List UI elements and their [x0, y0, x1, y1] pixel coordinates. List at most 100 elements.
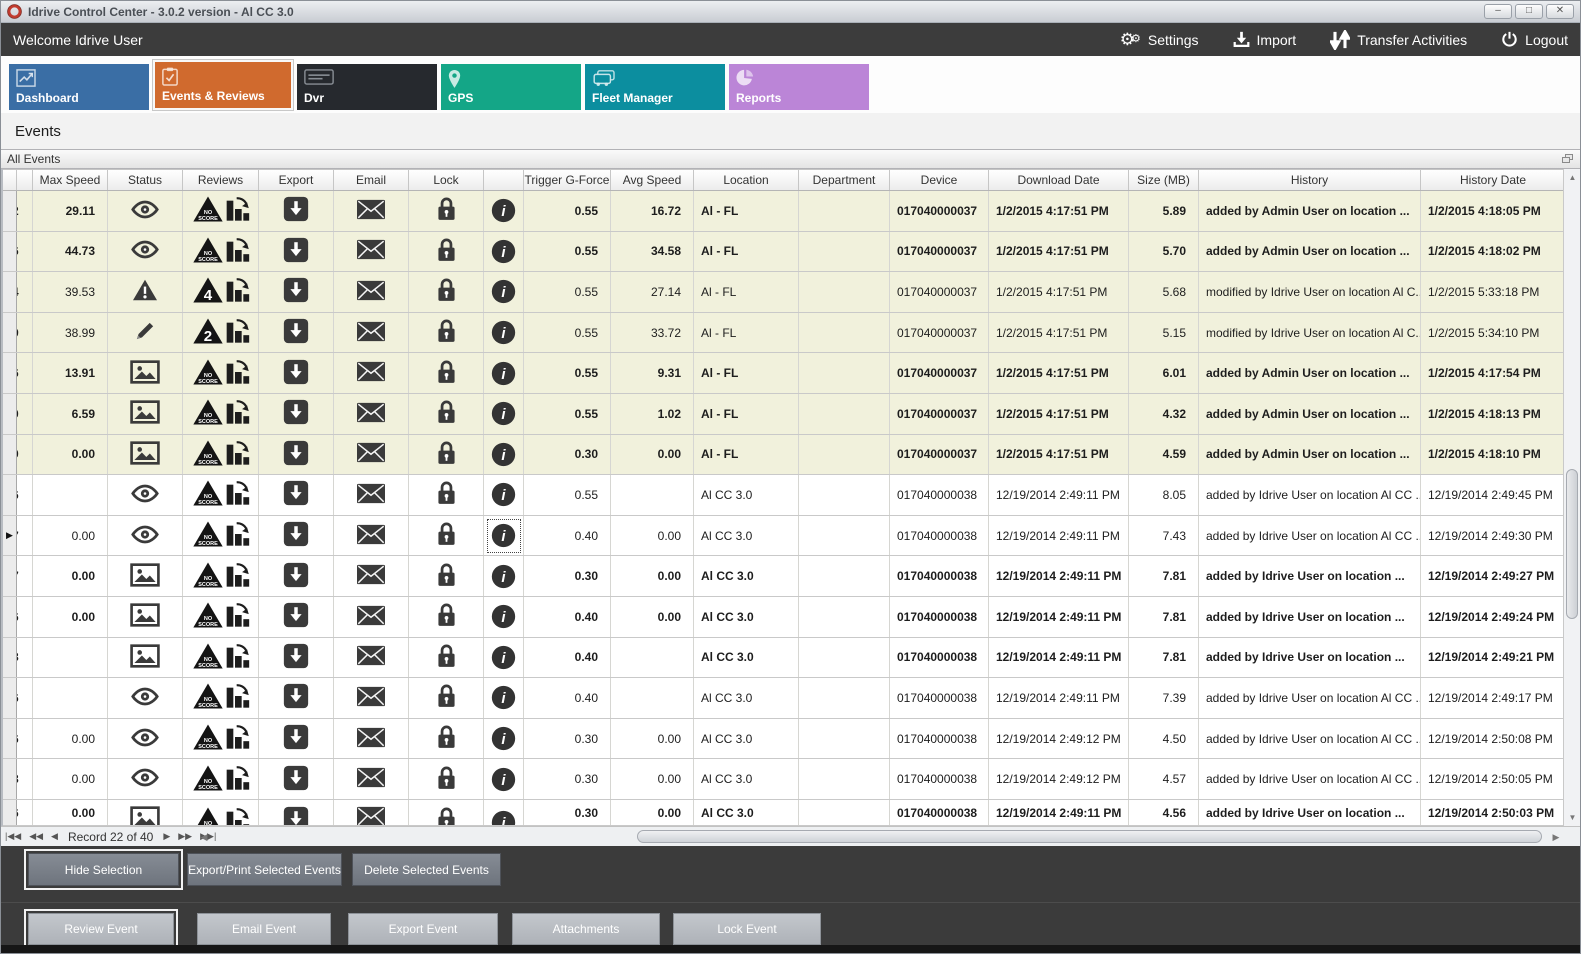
- event-row[interactable]: 06.59NOSCOREi0.551.02Al - FL017040000037…: [3, 394, 1580, 435]
- row-selector[interactable]: [3, 272, 17, 312]
- lock-cell[interactable]: [409, 191, 484, 231]
- column-header-info[interactable]: [484, 170, 524, 190]
- menu-item-logout[interactable]: Logout: [1501, 31, 1568, 48]
- event-row[interactable]: 70.00NOSCOREi0.300.00Al CC 3.00170400000…: [3, 556, 1580, 597]
- export-cell[interactable]: [259, 597, 334, 637]
- export-cell[interactable]: [259, 394, 334, 434]
- reviews-cell[interactable]: NOSCORE: [183, 232, 259, 272]
- email-cell[interactable]: [334, 556, 409, 596]
- reviews-cell[interactable]: NOSCORE: [183, 719, 259, 759]
- info-icon[interactable]: i: [487, 681, 521, 715]
- lock-cell[interactable]: [409, 556, 484, 596]
- row-selector[interactable]: [3, 232, 17, 272]
- column-header-trigger-g-force[interactable]: Trigger G-Force: [524, 170, 611, 190]
- row-selector[interactable]: [3, 191, 17, 231]
- export-cell[interactable]: [259, 516, 334, 556]
- email-cell[interactable]: [334, 313, 409, 353]
- lock-cell[interactable]: [409, 800, 484, 825]
- email-cell[interactable]: [334, 719, 409, 759]
- info-cell[interactable]: i: [484, 232, 524, 272]
- attachments-button[interactable]: Attachments: [512, 913, 660, 945]
- reviews-cell[interactable]: NOSCORE: [183, 516, 259, 556]
- export-cell[interactable]: [259, 435, 334, 475]
- lock-cell[interactable]: [409, 638, 484, 678]
- reviews-cell[interactable]: NOSCORE: [183, 556, 259, 596]
- row-selector[interactable]: [3, 353, 17, 393]
- info-cell[interactable]: i: [484, 272, 524, 312]
- event-row[interactable]: 6NOSCOREi0.40Al CC 3.001704000003812/19/…: [3, 678, 1580, 719]
- export-cell[interactable]: [259, 678, 334, 718]
- export-cell[interactable]: [259, 313, 334, 353]
- email-cell[interactable]: [334, 516, 409, 556]
- email-cell[interactable]: [334, 353, 409, 393]
- vertical-scroll-thumb[interactable]: [1566, 469, 1578, 619]
- event-row[interactable]: 8NOSCOREi0.40Al CC 3.001704000003812/19/…: [3, 638, 1580, 679]
- export-cell[interactable]: [259, 800, 334, 825]
- column-header-size-mb[interactable]: Size (MB): [1129, 170, 1199, 190]
- lock-cell[interactable]: [409, 435, 484, 475]
- column-header-max-speed[interactable]: Max Speed: [33, 170, 108, 190]
- event-row[interactable]: 938.992i0.5533.72Al - FL0170400000371/2/…: [3, 313, 1580, 354]
- email-cell[interactable]: [334, 678, 409, 718]
- menu-item-settings[interactable]: ⚙⚙Settings: [1120, 31, 1199, 48]
- email-cell[interactable]: [334, 759, 409, 799]
- info-icon[interactable]: i: [487, 559, 521, 593]
- email-cell[interactable]: [334, 272, 409, 312]
- lock-cell[interactable]: [409, 232, 484, 272]
- event-row[interactable]: 00.00NOSCOREi0.300.00Al - FL017040000037…: [3, 435, 1580, 476]
- nav-next-button[interactable]: ▶: [159, 831, 174, 842]
- info-icon[interactable]: i: [487, 275, 521, 309]
- row-selector[interactable]: [3, 313, 17, 353]
- export-cell[interactable]: [259, 719, 334, 759]
- review-event-button[interactable]: Review Event: [28, 913, 174, 945]
- export-print-selected-events-button[interactable]: Export/Print Selected Events: [187, 853, 342, 886]
- export-cell[interactable]: [259, 475, 334, 515]
- info-cell[interactable]: i: [484, 435, 524, 475]
- info-icon[interactable]: i: [487, 519, 521, 553]
- export-cell[interactable]: [259, 272, 334, 312]
- row-selector[interactable]: [3, 597, 17, 637]
- row-selector[interactable]: [3, 475, 17, 515]
- scroll-up-icon[interactable]: ▲: [1564, 169, 1581, 186]
- column-header-history-date[interactable]: History Date: [1421, 170, 1566, 190]
- info-cell[interactable]: i: [484, 353, 524, 393]
- info-cell[interactable]: i: [484, 313, 524, 353]
- reviews-cell[interactable]: NOSCORE: [183, 759, 259, 799]
- nav-prev-button[interactable]: ◀: [47, 831, 62, 842]
- tab-fleet-manager[interactable]: Fleet Manager: [585, 64, 725, 110]
- email-cell[interactable]: [334, 475, 409, 515]
- row-selector[interactable]: [3, 638, 17, 678]
- lock-cell[interactable]: [409, 678, 484, 718]
- tab-events-reviews[interactable]: Events & Reviews: [153, 60, 293, 110]
- scroll-down-icon[interactable]: ▼: [1564, 809, 1581, 826]
- event-row[interactable]: 613.91NOSCOREi0.559.31Al - FL01704000003…: [3, 353, 1580, 394]
- nav-next-page-button[interactable]: ▶▶: [174, 831, 196, 842]
- info-icon[interactable]: i: [487, 640, 521, 674]
- email-cell[interactable]: [334, 597, 409, 637]
- column-header-email[interactable]: Email: [334, 170, 409, 190]
- email-cell[interactable]: [334, 394, 409, 434]
- column-header-device[interactable]: Device: [890, 170, 989, 190]
- info-icon[interactable]: i: [487, 397, 521, 431]
- info-icon[interactable]: i: [487, 806, 521, 825]
- export-cell[interactable]: [259, 638, 334, 678]
- horizontal-scroll-thumb[interactable]: [637, 830, 1542, 843]
- lock-cell[interactable]: [409, 516, 484, 556]
- info-icon[interactable]: i: [487, 722, 521, 756]
- info-cell[interactable]: i: [484, 678, 524, 718]
- lock-cell[interactable]: [409, 475, 484, 515]
- column-header-download-date[interactable]: Download Date: [989, 170, 1129, 190]
- tab-gps[interactable]: GPS: [441, 64, 581, 110]
- lock-cell[interactable]: [409, 353, 484, 393]
- row-selector[interactable]: [3, 800, 17, 825]
- info-icon[interactable]: i: [487, 234, 521, 268]
- info-icon[interactable]: i: [487, 194, 521, 228]
- reviews-cell[interactable]: NOSCORE: [183, 678, 259, 718]
- column-header-location[interactable]: Location: [694, 170, 799, 190]
- lock-cell[interactable]: [409, 313, 484, 353]
- info-icon[interactable]: i: [487, 478, 521, 512]
- reviews-cell[interactable]: NOSCORE: [183, 353, 259, 393]
- reviews-cell[interactable]: 2: [183, 313, 259, 353]
- event-row[interactable]: 229.11NOSCOREi0.5516.72Al - FL0170400000…: [3, 191, 1580, 232]
- reviews-cell[interactable]: NOSCORE: [183, 475, 259, 515]
